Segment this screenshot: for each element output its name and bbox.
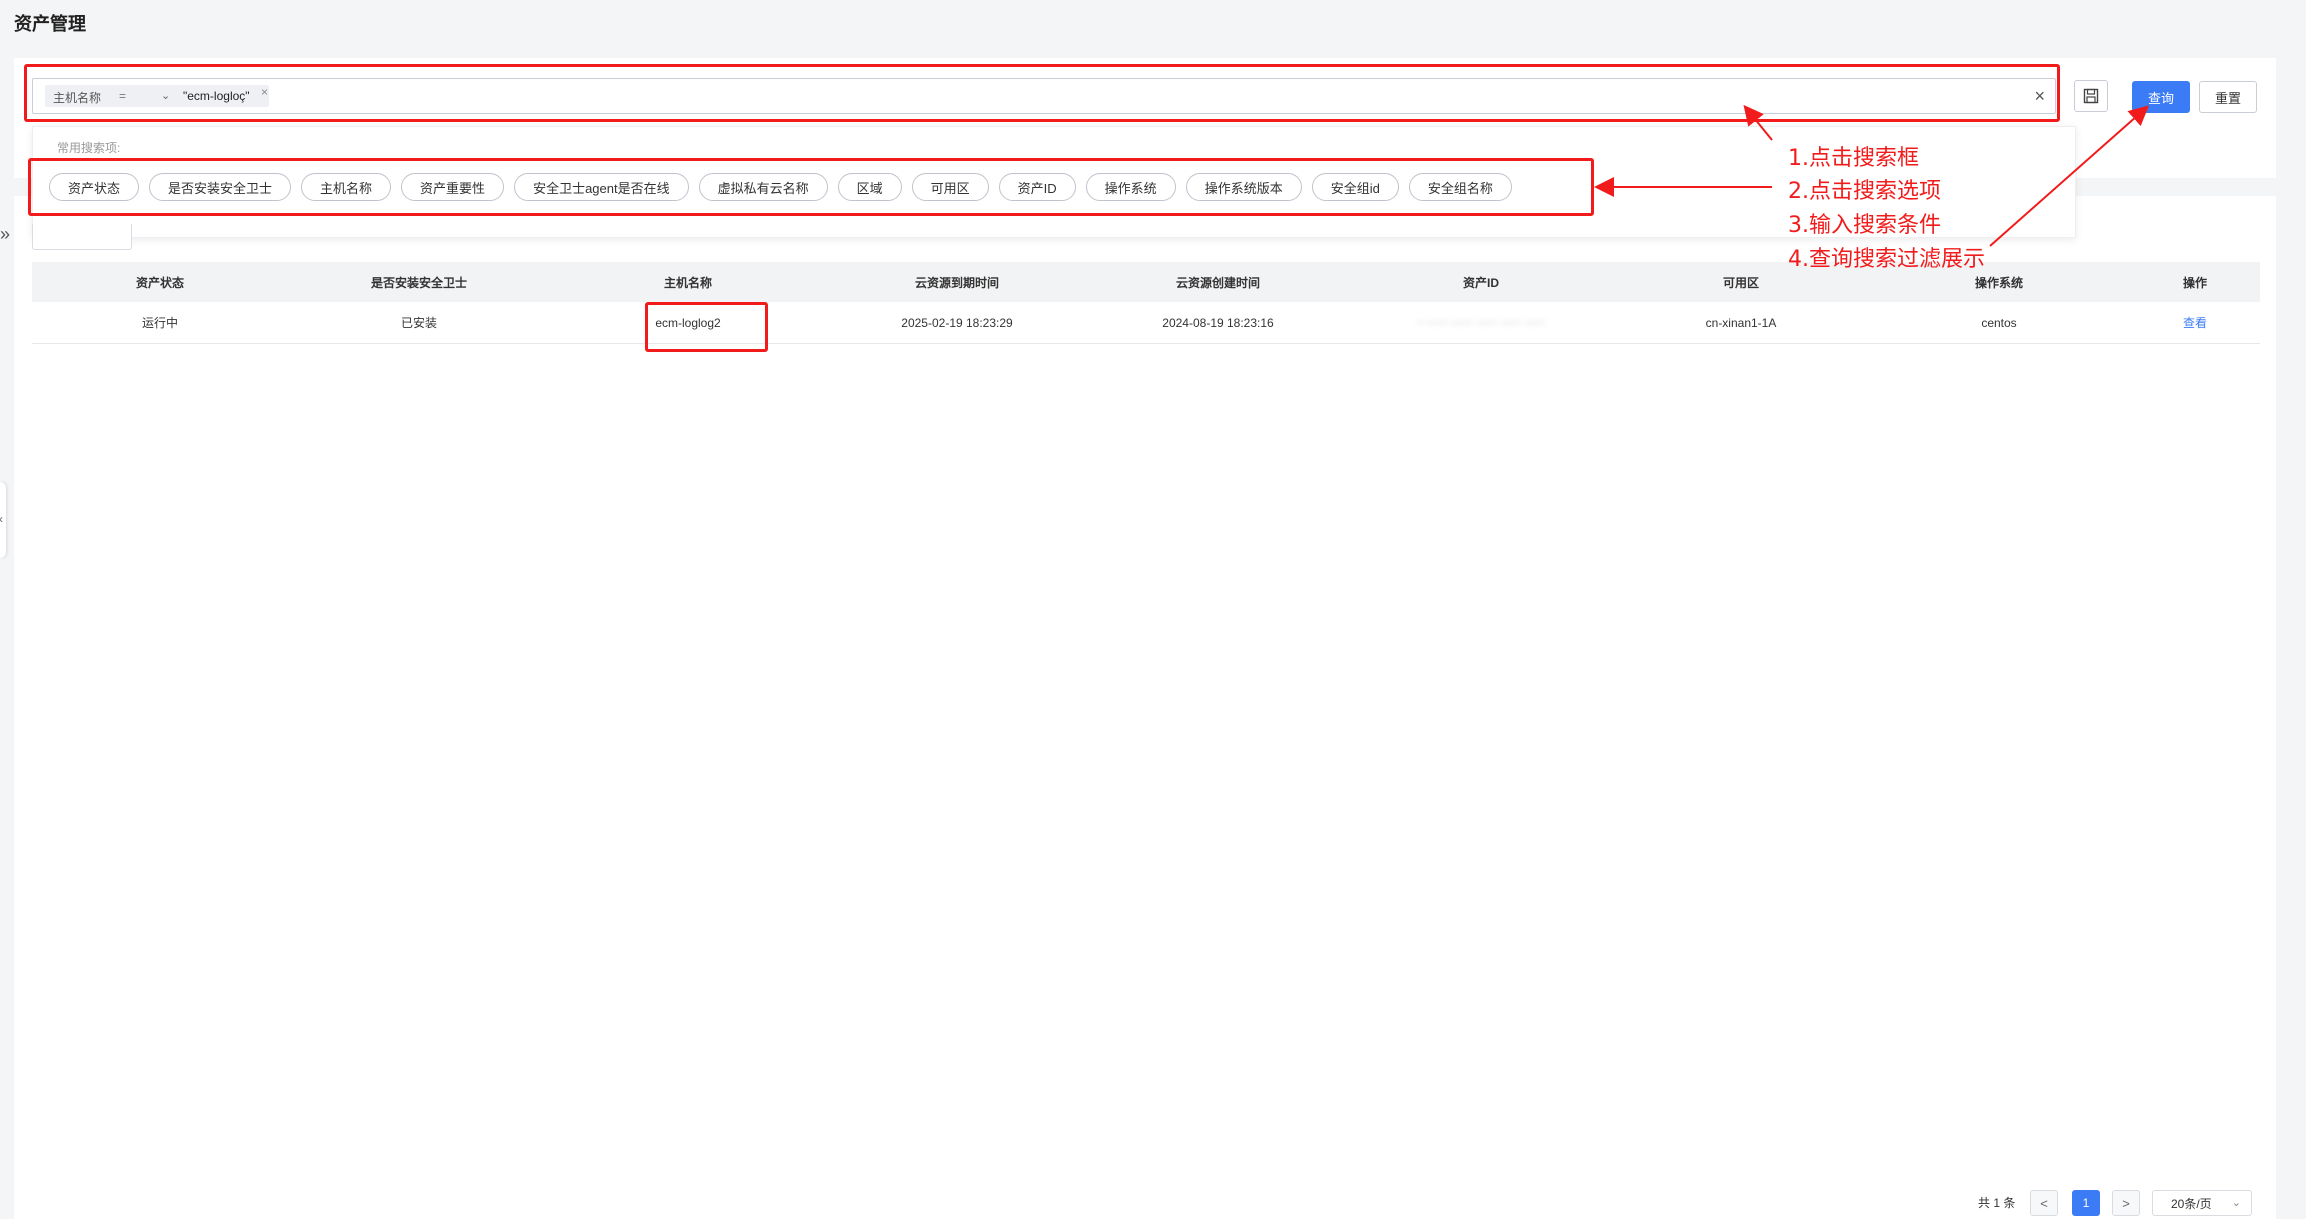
chevron-down-icon: ⌄ <box>2231 1197 2241 1209</box>
annotation-step3: 3.输入搜索条件 <box>1788 213 1941 238</box>
annotation-step2: 2.点击搜索选项 <box>1788 179 1941 204</box>
arrow-step4 <box>1989 105 2149 247</box>
pagination-next-button[interactable]: > <box>2112 1190 2140 1216</box>
annotation-step4: 4.查询搜索过滤展示 <box>1788 247 1985 272</box>
pagination-prev-button[interactable]: < <box>2030 1190 2058 1216</box>
pagination-page-1[interactable]: 1 <box>2072 1190 2100 1216</box>
page-size-select[interactable]: 20条/页 ⌄ <box>2152 1190 2252 1216</box>
pagination-total: 共 1 条 <box>1978 1196 2016 1210</box>
annotation-step1: 1.点击搜索框 <box>1788 146 1919 171</box>
arrow-step1 <box>1743 104 1773 141</box>
annotation-arrows <box>1594 104 2149 247</box>
page-size-value: 20条/页 <box>2171 1196 2212 1211</box>
